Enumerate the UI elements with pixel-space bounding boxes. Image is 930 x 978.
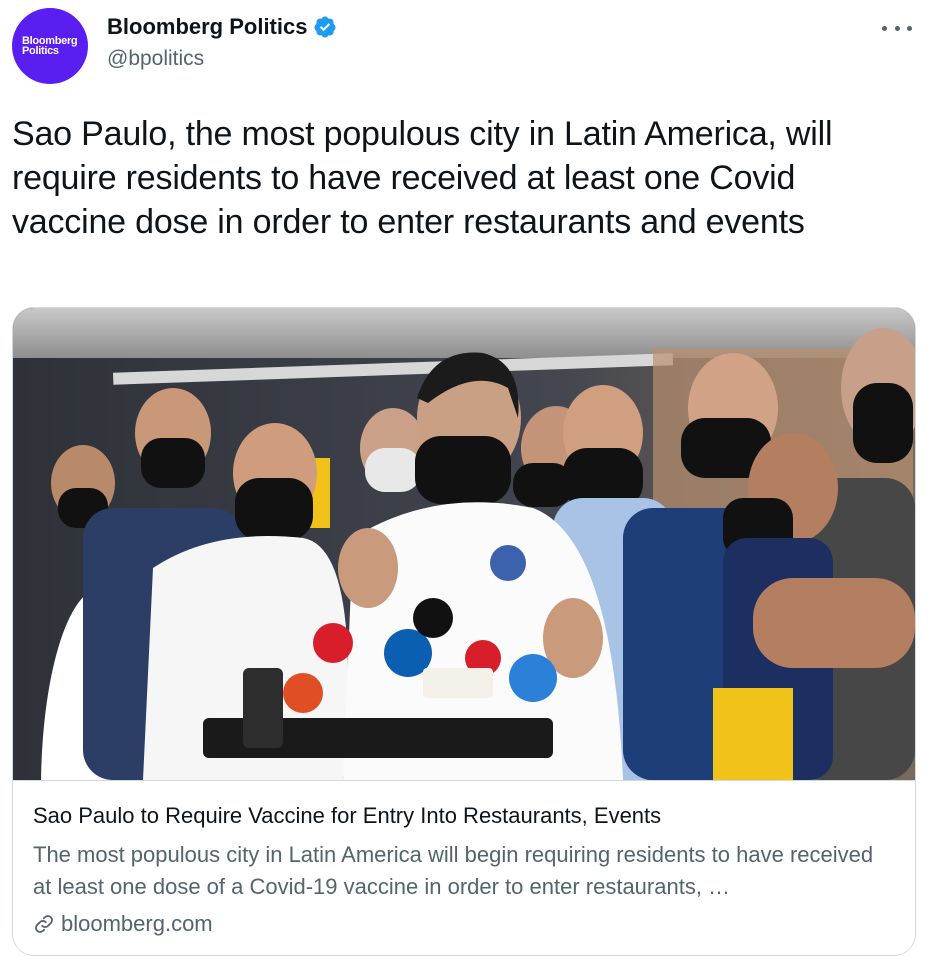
card-image[interactable] (13, 308, 915, 780)
more-icon[interactable] (882, 18, 912, 38)
tweet-header: Bloomberg Politics Bloomberg Politics @b… (12, 8, 918, 84)
card-meta[interactable]: Sao Paulo to Require Vaccine for Entry I… (13, 780, 915, 955)
link-card[interactable]: Sao Paulo to Require Vaccine for Entry I… (12, 307, 916, 956)
avatar-text-line2: Politics (22, 45, 59, 57)
press-conference-photo (13, 308, 915, 780)
more-dot (894, 25, 900, 31)
more-dot (882, 25, 887, 31)
verified-badge-icon (314, 16, 336, 38)
more-dot (907, 25, 912, 31)
avatar[interactable]: Bloomberg Politics (12, 8, 88, 84)
display-name-row: Bloomberg Politics (107, 14, 337, 40)
author-handle[interactable]: @bpolitics (107, 47, 337, 71)
card-title[interactable]: Sao Paulo to Require Vaccine for Entry I… (33, 803, 661, 829)
tweet-text: Sao Paulo, the most populous city in Lat… (12, 115, 833, 241)
card-description: The most populous city in Latin America … (33, 842, 874, 899)
author-names: Bloomberg Politics @bpolitics (107, 14, 337, 71)
card-domain: bloomberg.com (61, 911, 213, 936)
link-icon (35, 915, 53, 933)
display-name[interactable]: Bloomberg Politics (107, 14, 307, 40)
card-domain-row: bloomberg.com (33, 911, 213, 937)
